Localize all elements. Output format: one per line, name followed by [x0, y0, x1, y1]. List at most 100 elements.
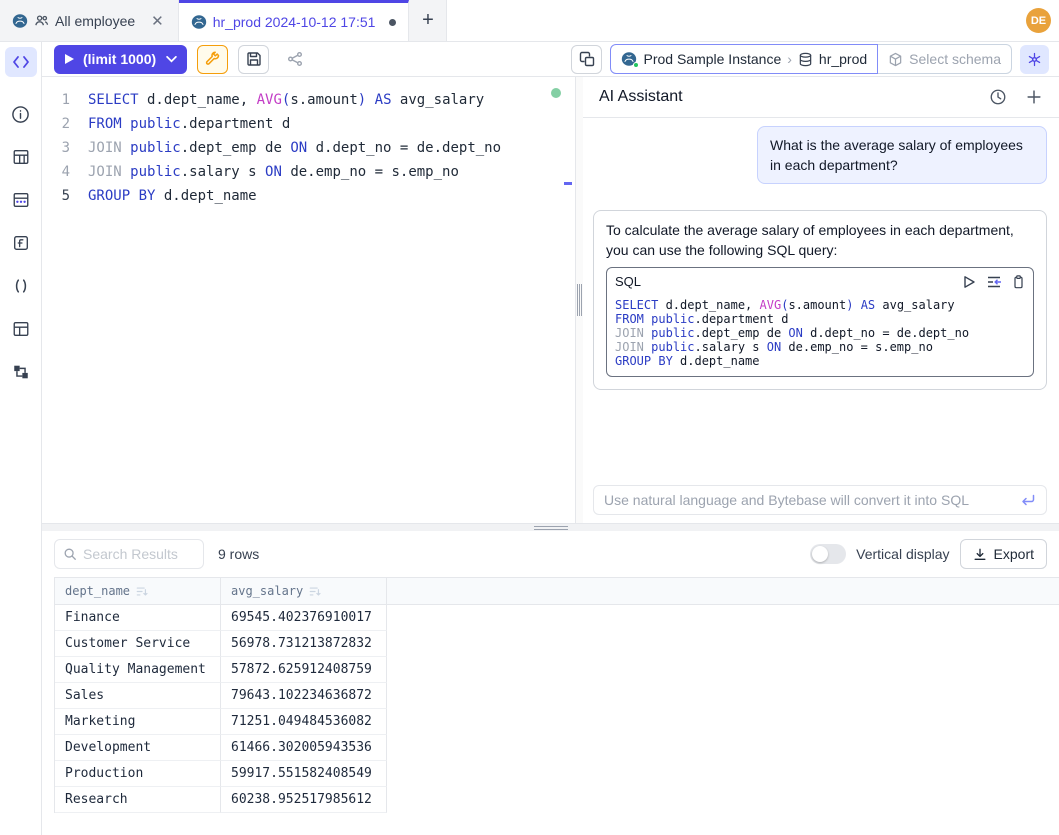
- sidebar-item-schema-diagram[interactable]: [5, 357, 37, 387]
- tab-label: hr_prod 2024-10-12 17:51: [213, 14, 376, 30]
- table-cell[interactable]: Finance: [55, 605, 221, 631]
- search-results-box[interactable]: [54, 539, 204, 569]
- table-cell[interactable]: Research: [55, 787, 221, 813]
- table-row[interactable]: Research60238.952517985612: [55, 787, 1059, 813]
- ai-assistant-button[interactable]: [1020, 45, 1049, 74]
- chevron-down-icon[interactable]: [166, 56, 177, 63]
- parentheses-icon: [12, 277, 30, 295]
- enter-icon[interactable]: [1020, 493, 1036, 507]
- column-header-dept-name[interactable]: dept_name: [55, 578, 221, 604]
- ai-response-message: To calculate the average salary of emplo…: [593, 210, 1047, 390]
- search-results-input[interactable]: [83, 546, 195, 562]
- workspace: 1SELECT d.dept_name, AVG(s.amount) AS av…: [42, 77, 1059, 523]
- save-sheet-button[interactable]: [238, 45, 269, 74]
- run-sql-icon[interactable]: [962, 275, 976, 289]
- table-row[interactable]: Development61466.302005943536: [55, 735, 1059, 761]
- editor-code[interactable]: 1SELECT d.dept_name, AVG(s.amount) AS av…: [42, 88, 575, 208]
- table-cell[interactable]: 79643.102234636872: [221, 683, 387, 709]
- sidebar-item-views[interactable]: [5, 314, 37, 344]
- table-cell[interactable]: 57872.625912408759: [221, 657, 387, 683]
- avatar[interactable]: DE: [1026, 8, 1051, 33]
- schema-selector[interactable]: Select schema: [878, 44, 1012, 74]
- save-icon: [246, 51, 262, 67]
- ai-sql-card: SQL SELECT d.dept_name, AVG(s.amount) AS…: [606, 267, 1034, 377]
- table-row[interactable]: Production59917.551582408549: [55, 761, 1059, 787]
- table-cell[interactable]: Production: [55, 761, 221, 787]
- admin-mode-button[interactable]: [197, 45, 228, 74]
- table-icon: [12, 320, 30, 338]
- sort-icon[interactable]: [136, 586, 148, 597]
- sql-editor[interactable]: 1SELECT d.dept_name, AVG(s.amount) AS av…: [42, 77, 575, 523]
- table-cell[interactable]: Sales: [55, 683, 221, 709]
- run-label: (limit 1000): [83, 51, 156, 67]
- new-chat-icon[interactable]: [1025, 88, 1043, 106]
- table-row[interactable]: Customer Service56978.731213872832: [55, 631, 1059, 657]
- ai-assistant-panel: AI Assistant What is the average salary …: [583, 77, 1059, 523]
- vertical-resize-handle[interactable]: [575, 77, 583, 523]
- tab-all-employee[interactable]: All employee ✕: [0, 0, 179, 41]
- postgresql-icon: [621, 51, 637, 67]
- code-icon: [12, 54, 30, 70]
- horizontal-resize-handle[interactable]: [42, 523, 1059, 531]
- schema-placeholder: Select schema: [909, 51, 1001, 67]
- wrench-icon: [205, 51, 221, 67]
- ai-panel-header: AI Assistant: [583, 77, 1059, 118]
- postgresql-icon: [191, 14, 207, 30]
- table-cell[interactable]: Quality Management: [55, 657, 221, 683]
- user-message: What is the average salary of employees …: [757, 126, 1047, 184]
- tab-hr-prod[interactable]: hr_prod 2024-10-12 17:51: [179, 0, 410, 41]
- table-cell[interactable]: Marketing: [55, 709, 221, 735]
- copy-sql-icon[interactable]: [1012, 275, 1025, 289]
- results-toolbar: 9 rows Vertical display Export: [42, 531, 1059, 577]
- results-panel: 9 rows Vertical display Export dept_name: [42, 531, 1059, 835]
- download-icon: [973, 547, 987, 562]
- sidebar-item-tables[interactable]: [5, 142, 37, 172]
- sidebar-item-info[interactable]: [5, 99, 37, 129]
- drag-grip-icon: [534, 526, 568, 532]
- table-cell[interactable]: Customer Service: [55, 631, 221, 657]
- export-button[interactable]: Export: [960, 539, 1047, 569]
- toolbar-right: Prod Sample Instance › hr_prod Select sc…: [571, 44, 1049, 74]
- table-row[interactable]: Finance69545.402376910017: [55, 605, 1059, 631]
- table-cell[interactable]: 69545.402376910017: [221, 605, 387, 631]
- sidebar-item-procedures[interactable]: [5, 271, 37, 301]
- sort-icon[interactable]: [309, 586, 321, 597]
- history-icon[interactable]: [989, 88, 1007, 106]
- column-header-avg-salary[interactable]: avg_salary: [221, 578, 387, 604]
- table-cell[interactable]: 71251.049484536082: [221, 709, 387, 735]
- ai-prompt-input[interactable]: [604, 492, 1012, 508]
- instance-database-selector[interactable]: Prod Sample Instance › hr_prod: [610, 44, 878, 74]
- table-cell[interactable]: 59917.551582408549: [221, 761, 387, 787]
- share-icon: [287, 51, 303, 67]
- table-cell[interactable]: Development: [55, 735, 221, 761]
- table-cell[interactable]: 60238.952517985612: [221, 787, 387, 813]
- batch-query-button[interactable]: [571, 45, 602, 74]
- new-tab-button[interactable]: +: [409, 0, 447, 41]
- database-icon: [798, 52, 813, 67]
- table-row[interactable]: Quality Management57872.625912408759: [55, 657, 1059, 683]
- vertical-display-label: Vertical display: [856, 546, 949, 562]
- database-name: hr_prod: [819, 51, 867, 67]
- sidebar-item-sql-editor[interactable]: [5, 47, 37, 77]
- sidebar-item-sample-data[interactable]: [5, 185, 37, 215]
- insert-sql-icon[interactable]: [986, 275, 1002, 289]
- cube-icon: [888, 52, 903, 67]
- tab-bar: All employee ✕ hr_prod 2024-10-12 17:51 …: [0, 0, 1059, 42]
- close-icon[interactable]: ✕: [149, 12, 166, 30]
- table-cell[interactable]: 56978.731213872832: [221, 631, 387, 657]
- table-data-icon: [12, 191, 30, 209]
- left-sidebar: [0, 42, 42, 835]
- share-sheet-button[interactable]: [279, 45, 310, 74]
- sql-card-label: SQL: [615, 272, 641, 292]
- row-count: 9 rows: [218, 546, 259, 562]
- run-query-button[interactable]: (limit 1000): [54, 45, 187, 74]
- ai-chat-area: What is the average salary of employees …: [583, 118, 1059, 523]
- instance-online-dot: [633, 62, 639, 68]
- content-area: (limit 1000): [42, 42, 1059, 835]
- connection-selector: Prod Sample Instance › hr_prod Select sc…: [610, 44, 1012, 74]
- vertical-display-toggle[interactable]: [810, 544, 846, 564]
- table-cell[interactable]: 61466.302005943536: [221, 735, 387, 761]
- sidebar-item-functions[interactable]: [5, 228, 37, 258]
- table-row[interactable]: Sales79643.102234636872: [55, 683, 1059, 709]
- table-row[interactable]: Marketing71251.049484536082: [55, 709, 1059, 735]
